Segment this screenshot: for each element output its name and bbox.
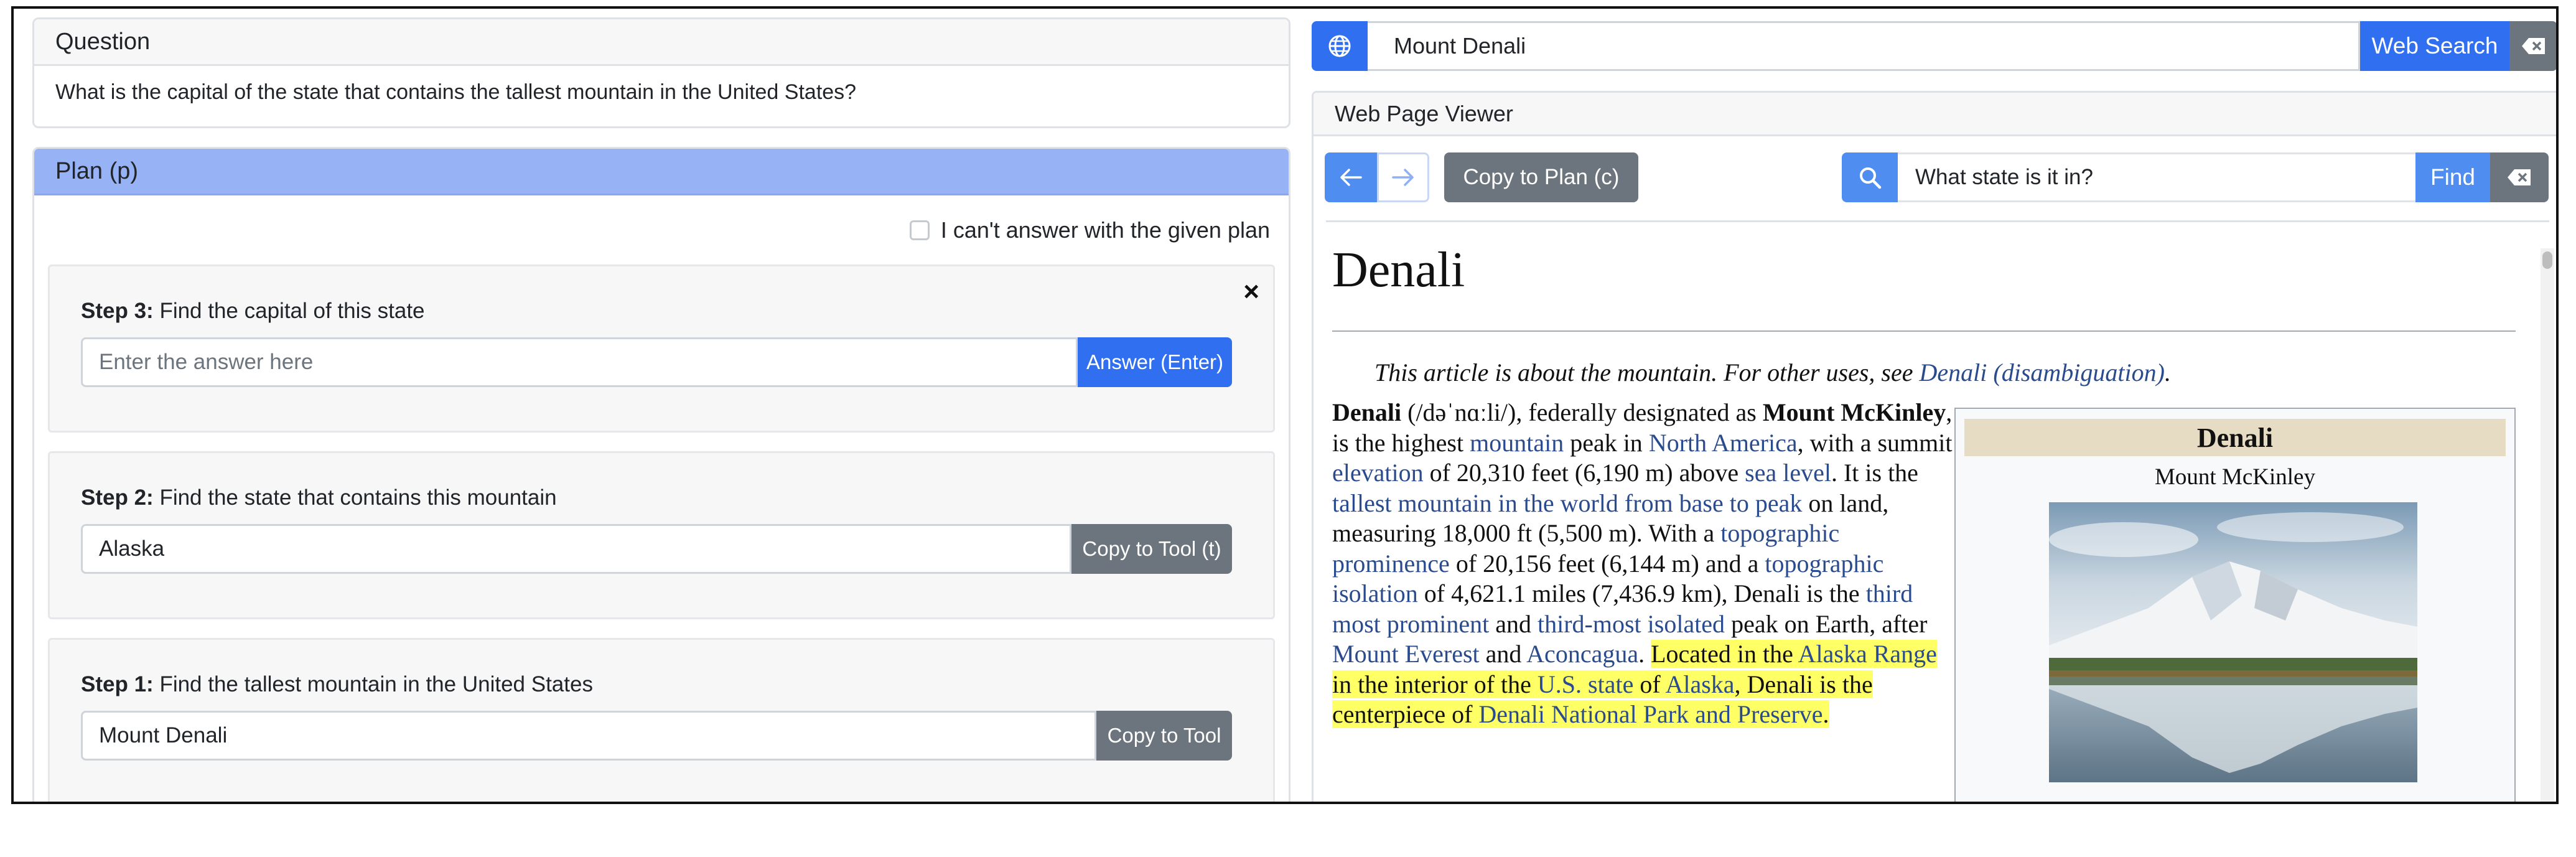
cant-answer-checkbox[interactable] bbox=[909, 220, 930, 240]
link-tallest-mountain[interactable]: tallest mountain in the world from base … bbox=[1332, 489, 1802, 517]
web-search-button[interactable]: Web Search bbox=[2360, 21, 2509, 71]
close-icon[interactable]: × bbox=[1243, 276, 1259, 307]
cant-answer-label: I can't answer with the given plan bbox=[940, 217, 1270, 243]
copy-to-tool-button[interactable]: Copy to Tool bbox=[1096, 711, 1232, 761]
find-button[interactable]: Find bbox=[2415, 152, 2490, 202]
question-card: Question What is the capital of the stat… bbox=[32, 17, 1290, 128]
step-2-label: Step 2: Find the state that contains thi… bbox=[81, 485, 557, 510]
copy-to-tool-t-button[interactable]: Copy to Tool (t) bbox=[1071, 524, 1232, 574]
question-header: Question bbox=[34, 19, 1289, 66]
back-arrow-icon[interactable] bbox=[1325, 152, 1377, 202]
step-1-input[interactable]: Mount Denali bbox=[81, 711, 1096, 761]
hatnote: This article is about the mountain. For … bbox=[1374, 358, 2171, 386]
link-denali-national-park[interactable]: Denali National Park and Preserve bbox=[1478, 700, 1822, 728]
step-3-label: Step 3: Find the capital of this state bbox=[81, 299, 425, 323]
answer-input[interactable]: Enter the answer here bbox=[81, 337, 1078, 387]
wiki-article: Denali This article is about the mountai… bbox=[1332, 242, 2552, 802]
link-north-america[interactable]: North America bbox=[1649, 429, 1798, 457]
disambiguation-link[interactable]: Denali (disambiguation) bbox=[1920, 358, 2165, 386]
globe-icon[interactable] bbox=[1312, 21, 1368, 71]
link-elevation[interactable]: elevation bbox=[1332, 459, 1424, 487]
web-search-input[interactable]: Mount Denali bbox=[1368, 21, 2360, 71]
search-icon[interactable] bbox=[1842, 152, 1898, 202]
article-paragraph: Denali (/dəˈnɑːli/), federally designate… bbox=[1332, 398, 1953, 728]
article-title: Denali bbox=[1332, 243, 1465, 297]
clear-find-icon[interactable] bbox=[2490, 152, 2549, 202]
copy-to-plan-button[interactable]: Copy to Plan (c) bbox=[1444, 152, 1638, 202]
app-frame: Question What is the capital of the stat… bbox=[11, 6, 2559, 804]
forward-arrow-icon[interactable] bbox=[1377, 152, 1429, 202]
viewer-divider bbox=[1326, 220, 2549, 222]
step-1-card: Step 1: Find the tallest mountain in the… bbox=[48, 638, 1275, 802]
link-aconcagua[interactable]: Aconcagua bbox=[1526, 640, 1638, 668]
title-divider bbox=[1332, 330, 2516, 332]
link-mount-everest[interactable]: Mount Everest bbox=[1332, 640, 1480, 668]
infobox-subtitle: Mount McKinley bbox=[2155, 464, 2315, 490]
cant-answer-row[interactable]: I can't answer with the given plan bbox=[909, 217, 1270, 243]
link-sea-level[interactable]: sea level bbox=[1745, 459, 1831, 487]
question-text: What is the capital of the state that co… bbox=[55, 80, 857, 104]
web-page-viewer: Web Page Viewer Copy to Plan (c) What st… bbox=[1312, 91, 2556, 802]
infobox-title: Denali bbox=[1964, 419, 2506, 456]
link-us-state[interactable]: U.S. state bbox=[1538, 670, 1633, 698]
clear-search-icon[interactable] bbox=[2509, 21, 2556, 71]
link-third-most-isolated[interactable]: third-most isolated bbox=[1538, 610, 1725, 638]
link-alaska[interactable]: Alaska bbox=[1665, 670, 1734, 698]
mountain-photo[interactable] bbox=[2049, 502, 2417, 782]
viewer-header: Web Page Viewer bbox=[1314, 93, 2556, 136]
link-mountain[interactable]: mountain bbox=[1470, 429, 1564, 457]
step-2-card: Step 2: Find the state that contains thi… bbox=[48, 451, 1275, 619]
infobox: Denali Mount McKinley bbox=[1954, 408, 2516, 802]
answer-button[interactable]: Answer (Enter) bbox=[1078, 337, 1232, 387]
plan-header: Plan (p) bbox=[34, 149, 1289, 195]
link-alaska-range[interactable]: Alaska Range bbox=[1798, 640, 1937, 668]
step-2-input[interactable]: Alaska bbox=[81, 524, 1071, 574]
find-input[interactable]: What state is it in? bbox=[1898, 152, 2415, 202]
step-3-card: × Step 3: Find the capital of this state… bbox=[48, 265, 1275, 433]
plan-card: Plan (p) I can't answer with the given p… bbox=[32, 147, 1290, 802]
step-1-label: Step 1: Find the tallest mountain in the… bbox=[81, 672, 593, 696]
